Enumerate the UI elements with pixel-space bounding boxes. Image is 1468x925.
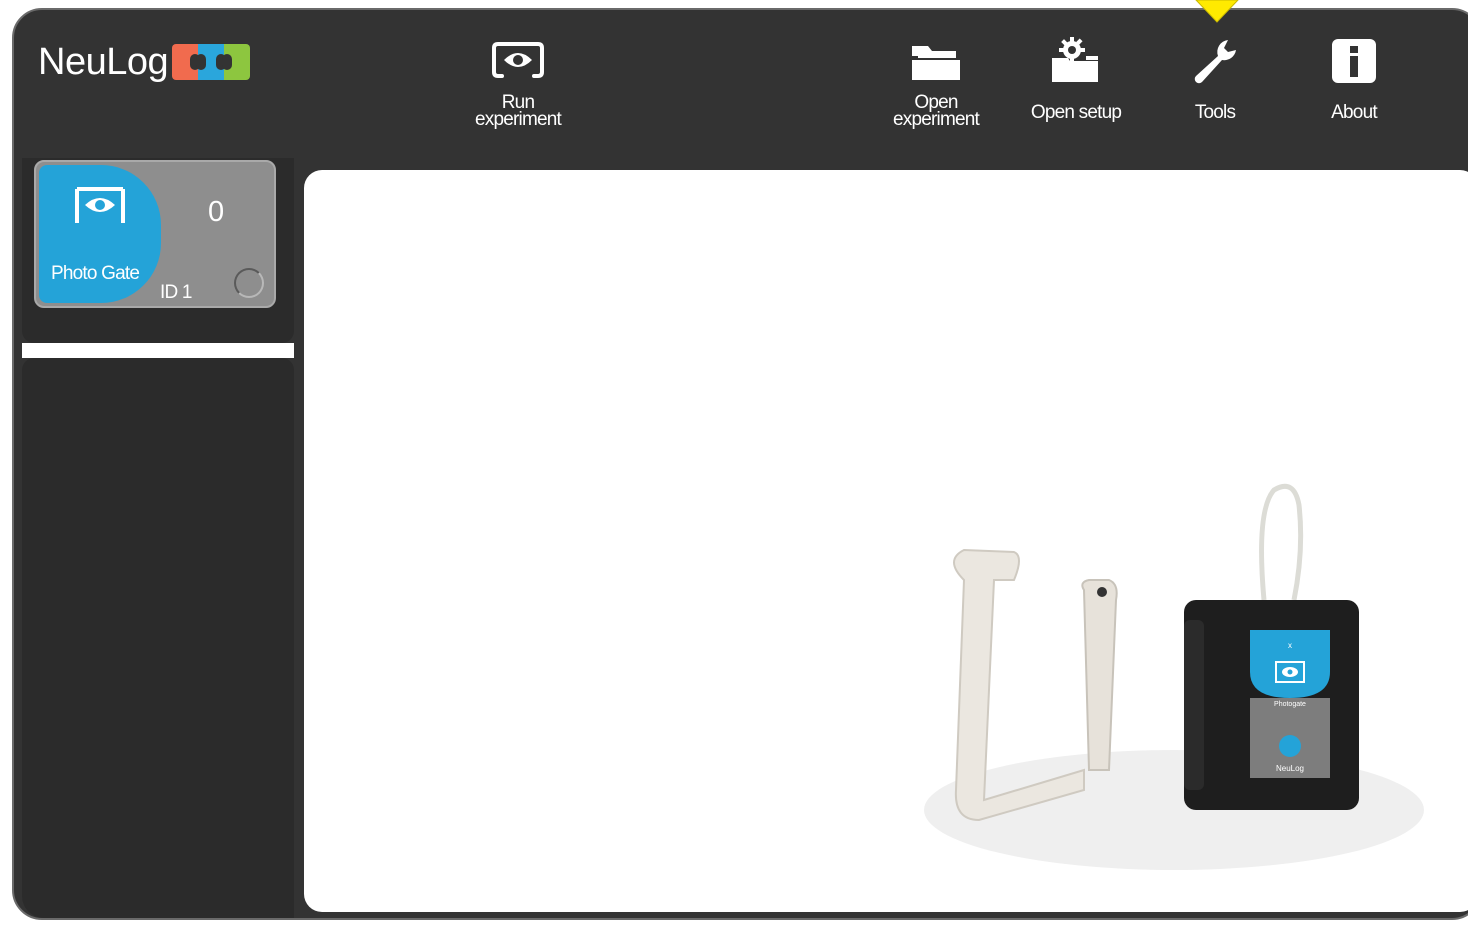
sensor-badge: Photo Gate [39, 165, 161, 303]
photogate-device-image: x Photogate NeuLog [924, 483, 1424, 870]
sensor-name: Photo Gate [51, 263, 140, 284]
tools-button[interactable]: Tools [1145, 28, 1285, 123]
sensor-value: 0 [208, 196, 225, 228]
run-experiment-button[interactable]: Run experiment [448, 28, 588, 130]
tools-label: Tools [1194, 102, 1236, 123]
about-label: About [1331, 102, 1377, 123]
wrench-icon [1145, 28, 1285, 94]
info-icon [1284, 28, 1424, 94]
run-experiment-label-line2: experiment [475, 109, 562, 130]
highlight-arrow-icon [1195, 0, 1239, 23]
folder-icon [866, 28, 1006, 94]
eye-icon [71, 185, 129, 232]
open-experiment-label-line2: experiment [893, 109, 980, 130]
sidebar-lower-panel [22, 358, 294, 918]
logo-blocks-icon [172, 44, 251, 80]
sensor-module-photo-gate[interactable]: Photo Gate 0 ID 1 [34, 160, 276, 308]
gear-folder-icon [1006, 28, 1146, 94]
eye-icon [448, 28, 588, 94]
sensor-id: ID 1 [160, 282, 192, 303]
sensor-toggle[interactable] [234, 268, 264, 298]
open-setup-button[interactable]: Open setup [1006, 28, 1146, 123]
logo-text: NeuLog [38, 40, 169, 83]
open-setup-label: Open setup [1030, 102, 1122, 123]
device-label-photogate: Photogate [1274, 701, 1306, 708]
device-label-neulog: NeuLog [1276, 764, 1304, 773]
neulog-logo: NeuLog [38, 36, 251, 88]
app-window: NeuLog Run experiment Open experiment Op… [12, 8, 1468, 920]
divider [22, 343, 294, 358]
main-panel: x Photogate NeuLog [304, 170, 1468, 912]
about-button[interactable]: About [1284, 28, 1424, 123]
device-label-small: x [1288, 641, 1292, 650]
open-experiment-button[interactable]: Open experiment [866, 28, 1006, 130]
